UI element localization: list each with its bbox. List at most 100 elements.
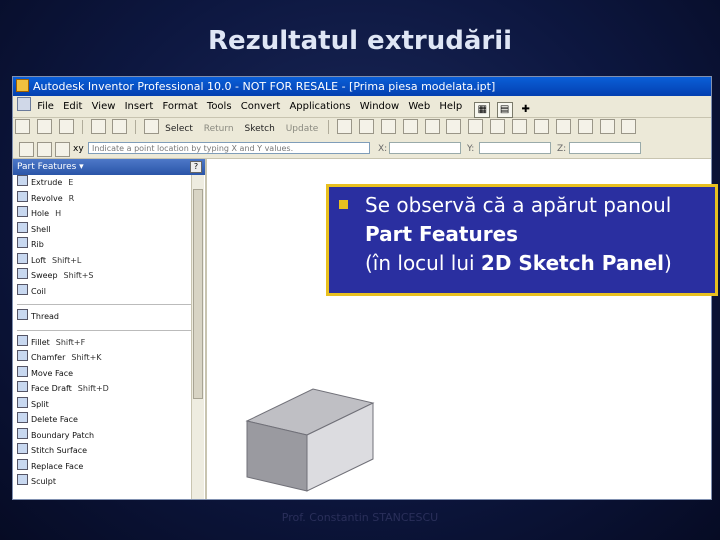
tool-delete-face[interactable]: Delete Face	[13, 412, 205, 428]
zoom-window-icon[interactable]	[358, 119, 374, 134]
tool-split[interactable]: Split	[13, 396, 205, 413]
select-button[interactable]: Select	[165, 118, 193, 140]
tool-extrude[interactable]: Extrude E	[13, 175, 205, 191]
menu-window[interactable]: Window	[360, 96, 399, 117]
panel-scrollbar[interactable]	[191, 175, 204, 499]
camera-icon[interactable]	[555, 119, 571, 134]
tool-hole[interactable]: Hole H	[13, 206, 205, 222]
redo-icon[interactable]	[112, 119, 128, 134]
menu-help[interactable]: Help	[439, 96, 462, 117]
tool-move-face[interactable]: Move Face	[13, 365, 205, 382]
scrollbar-thumb[interactable]	[193, 189, 203, 399]
tool-label: Revolve	[31, 193, 63, 203]
zoom-icon[interactable]	[424, 119, 440, 134]
tool-label: Face Draft	[31, 384, 72, 393]
menu-view[interactable]: View	[92, 96, 116, 117]
fillet-icon	[17, 334, 28, 346]
shell-icon	[17, 221, 28, 233]
ortho-icon[interactable]	[37, 142, 52, 157]
tool-sculpt[interactable]: Sculpt	[13, 474, 205, 490]
tool-thread[interactable]: Thread	[13, 309, 205, 325]
document-icon[interactable]	[17, 97, 31, 111]
callout-line-1: Se observă că a apărut panoul	[365, 193, 672, 217]
panel-title[interactable]: Part Features ▾	[17, 162, 84, 172]
panel-help-icon[interactable]: ?	[190, 161, 202, 173]
menu-tools[interactable]: Tools	[207, 96, 232, 117]
tool-stitch-surface[interactable]: Stitch Surface	[13, 443, 205, 459]
menu-file[interactable]: File	[37, 96, 54, 117]
panel-header[interactable]: Part Features ▾ ?	[13, 159, 205, 175]
tool-shortcut: Shift+F	[55, 337, 86, 347]
tool-boundary-patch[interactable]: Boundary Patch	[13, 427, 205, 444]
extrude-icon	[17, 175, 28, 186]
tool-label: Split	[31, 399, 49, 409]
zoom-selected-icon[interactable]	[468, 119, 484, 134]
toolbar-separator	[135, 120, 137, 134]
tool-face-draft[interactable]: Face Draft Shift+D	[13, 381, 205, 397]
tool-shortcut: E	[68, 178, 74, 187]
menu-insert[interactable]: Insert	[125, 96, 154, 117]
look-at-icon[interactable]	[402, 119, 418, 134]
hole-icon	[17, 206, 28, 217]
open-file-icon[interactable]	[36, 119, 52, 134]
menu-edit[interactable]: Edit	[63, 96, 82, 117]
tool-rib[interactable]: Rib	[13, 237, 205, 253]
window-title: Autodesk Inventor Professional 10.0 - NO…	[33, 80, 496, 93]
rotate-icon[interactable]	[380, 119, 396, 134]
face-draft-icon	[17, 381, 28, 392]
x-value-field[interactable]	[389, 142, 461, 154]
menu-convert[interactable]: Convert	[241, 96, 281, 117]
tool-sweep[interactable]: Sweep Shift+S	[13, 268, 205, 284]
clear-icon[interactable]	[55, 142, 70, 157]
analysis-icon[interactable]	[577, 119, 593, 134]
tool-shell[interactable]: Shell	[13, 221, 205, 238]
tool-label: Sculpt	[31, 477, 56, 486]
tool-list: Extrude E Revolve R Hole H Shell Rib Loft Shift+L…	[13, 175, 205, 490]
return-button[interactable]: Return	[204, 118, 234, 140]
tool-fillet[interactable]: Fillet Shift+F	[13, 334, 205, 351]
grid-icon[interactable]: ▦	[474, 102, 491, 118]
update-button[interactable]: Update	[286, 118, 319, 140]
select-arrow-icon[interactable]	[144, 119, 160, 134]
tool-replace-face[interactable]: Replace Face	[13, 458, 205, 475]
color-icon[interactable]	[599, 119, 615, 134]
slide-footer: Prof. Constantin STANCESCU	[281, 511, 439, 524]
zoom-all-icon[interactable]	[446, 119, 462, 134]
z-value-field[interactable]	[569, 142, 641, 154]
z-label: Z:	[557, 144, 567, 154]
new-file-icon[interactable]	[15, 119, 30, 134]
grid-snap-icon[interactable]	[19, 142, 34, 157]
tool-revolve[interactable]: Revolve R	[13, 190, 205, 207]
group-divider	[17, 325, 201, 331]
shadow-icon[interactable]	[533, 119, 549, 134]
pan-icon[interactable]	[337, 119, 353, 134]
tool-chamfer[interactable]: Chamfer Shift+K	[13, 350, 205, 366]
tool-loft[interactable]: Loft Shift+L	[13, 252, 205, 269]
help-icon[interactable]	[621, 119, 637, 134]
tool-label: Coil	[31, 286, 46, 296]
inventor-app-icon	[16, 79, 29, 92]
menu-web[interactable]: Web	[408, 96, 430, 117]
sweep-icon	[17, 268, 28, 279]
input-hint-field[interactable]: Indicate a point location by typing X an…	[88, 142, 370, 154]
toolbar-separator	[328, 120, 330, 134]
tool-label: Stitch Surface	[31, 446, 88, 455]
y-value-field[interactable]	[479, 142, 551, 154]
tool-coil[interactable]: Coil	[13, 283, 205, 300]
callout-box: Se observă că a apărut panoul Part Featu…	[326, 184, 718, 296]
sketch-button[interactable]: Sketch	[245, 118, 275, 140]
table-icon[interactable]: ▤	[496, 102, 513, 118]
tool-shortcut: H	[55, 209, 62, 218]
display-mode-icon[interactable]	[512, 119, 528, 134]
plus-icon[interactable]: ✚	[519, 103, 533, 117]
extruded-block[interactable]	[245, 373, 375, 493]
isometric-view-icon[interactable]	[490, 119, 506, 134]
tool-shortcut: Shift+K	[71, 353, 102, 362]
menu-format[interactable]: Format	[162, 96, 197, 117]
tool-label: Thread	[31, 312, 59, 321]
callout-line-2: Part Features	[365, 222, 519, 246]
menu-applications[interactable]: Applications	[289, 96, 350, 117]
split-icon	[17, 396, 28, 408]
undo-icon[interactable]	[90, 119, 106, 134]
save-icon[interactable]	[58, 119, 74, 134]
